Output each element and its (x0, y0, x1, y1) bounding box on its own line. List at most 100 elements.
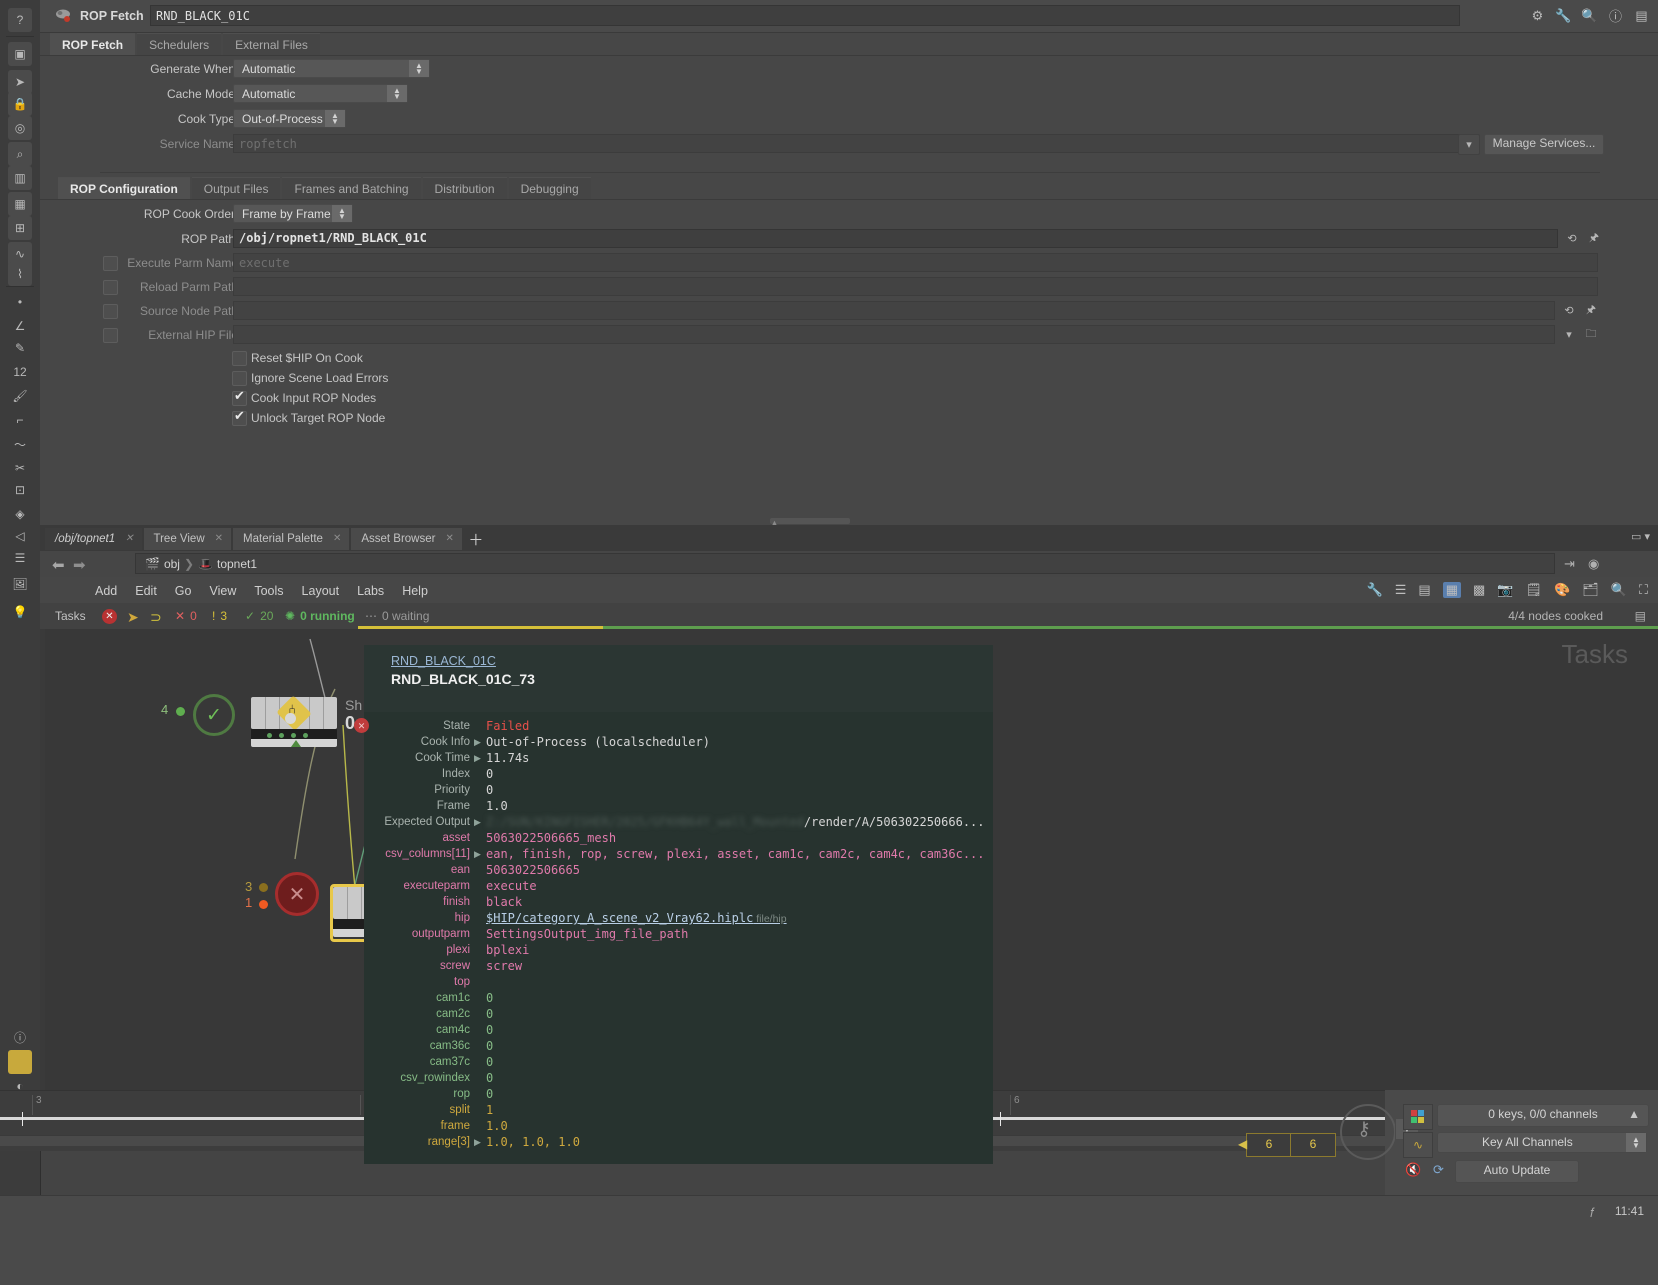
close-icon[interactable]: ✕ (333, 528, 341, 550)
network-tab-material-palette[interactable]: Material Palette ✕ (233, 528, 350, 550)
bulb-icon[interactable]: 💡 (8, 600, 32, 624)
menu-help[interactable]: Help (402, 584, 428, 598)
palette-rail-icon[interactable] (8, 1050, 32, 1074)
list-icon[interactable]: ☰ (1395, 582, 1407, 598)
timeline-marker[interactable] (1000, 1112, 1001, 1126)
breadcrumb-obj[interactable]: obj (164, 557, 180, 571)
path-icon[interactable]: ⌇ (8, 262, 32, 286)
path-help-icon[interactable]: ◉ (1588, 556, 1599, 572)
cache-mode-menu[interactable]: Automatic ▲ ▼ (233, 84, 408, 103)
source-node-picker-icon[interactable]: 🖈 (1581, 301, 1601, 320)
external-hip-browse-icon[interactable]: 🗀 (1581, 325, 1601, 344)
chevron-up-icon[interactable]: ▲ (1628, 1105, 1640, 1124)
search-icon[interactable]: 🔍 (1581, 7, 1598, 24)
menu-add[interactable]: Add (95, 584, 117, 598)
wave-icon[interactable]: 〜 (8, 432, 32, 456)
source-node-checkbox[interactable] (103, 304, 118, 319)
service-name-input[interactable]: ropfetch (233, 134, 1473, 153)
menu-tools[interactable]: Tools (254, 584, 283, 598)
add-tab-icon[interactable]: ＋ (464, 528, 488, 550)
info-rail-icon[interactable]: ⓘ (8, 1025, 32, 1049)
camera-icon[interactable]: 📷 (1497, 582, 1513, 598)
keys-channels-status[interactable]: 0 keys, 0/0 channels ▲ (1437, 1104, 1649, 1127)
menu-go[interactable]: Go (175, 584, 192, 598)
menu-edit[interactable]: Edit (135, 584, 157, 598)
frame-start-field[interactable]: 6 (1246, 1133, 1292, 1157)
path-jump-icon[interactable]: ⇥ (1564, 556, 1575, 572)
mute-audio-icon[interactable]: 🔇 (1405, 1162, 1421, 1178)
breadcrumb-topnet1[interactable]: topnet1 (217, 557, 257, 571)
node-input-connector[interactable] (285, 713, 296, 724)
tab-output-files[interactable]: Output Files (191, 177, 281, 200)
expand-triangle-icon[interactable]: ▶ (474, 846, 481, 862)
note-icon[interactable]: 🗒 (1525, 582, 1542, 598)
select-tool-icon[interactable]: ▣ (8, 42, 32, 66)
measure-icon[interactable]: ⊞ (8, 216, 32, 240)
cook-input-rop-nodes-checkbox[interactable] (232, 388, 247, 406)
tooltip-node-link[interactable]: RND_BLACK_01C (391, 654, 496, 668)
reload-parm-checkbox[interactable] (103, 280, 118, 295)
grid-view-icon[interactable]: ▦ (1442, 582, 1461, 598)
cut-icon[interactable]: ✂ (8, 456, 32, 480)
menu-view[interactable]: View (209, 584, 236, 598)
external-hip-input[interactable] (233, 325, 1555, 344)
number-icon[interactable]: 12 (8, 360, 32, 384)
execute-parm-checkbox[interactable] (103, 256, 118, 271)
tri-icon[interactable]: ◁ (8, 524, 32, 548)
grid-tool-icon[interactable]: ▦ (8, 192, 32, 216)
corner-icon[interactable]: ⌐ (8, 408, 32, 432)
close-icon[interactable]: ✕ (125, 528, 133, 550)
list-icon[interactable]: ☰ (8, 546, 32, 570)
frame-icon[interactable]: ⊡ (8, 478, 32, 502)
expand-triangle-icon[interactable]: ▶ (474, 750, 481, 766)
manage-services-button[interactable]: Manage Services... (1484, 134, 1604, 155)
tab-rop-fetch[interactable]: ROP Fetch (50, 33, 136, 56)
service-dropdown-icon[interactable]: ▾ (1458, 134, 1480, 155)
execute-parm-input[interactable]: execute (233, 253, 1598, 272)
expand-triangle-icon[interactable]: ▶ (474, 734, 481, 750)
dirty-tasks-icon[interactable]: ⊃ (150, 609, 162, 626)
external-hip-checkbox[interactable] (103, 328, 118, 343)
frame-range-left-arrow[interactable]: ◀ (1238, 1137, 1247, 1151)
tooltip-row-value[interactable]: $HIP/category_A_scene_v2_Vray62.hiplc fi… (486, 910, 787, 927)
keyframe-color-icon[interactable] (1403, 1104, 1433, 1130)
forward-arrow-icon[interactable]: ➡ (73, 556, 86, 574)
tab-rop-configuration[interactable]: ROP Configuration (58, 177, 190, 200)
brush-icon[interactable]: 🖌 (8, 384, 32, 408)
rop-path-reload-icon[interactable]: ⟲ (1562, 229, 1582, 248)
source-node-input[interactable] (233, 301, 1555, 320)
tab-schedulers[interactable]: Schedulers (137, 33, 222, 56)
tab-frames-and-batching[interactable]: Frames and Batching (282, 177, 421, 200)
menu-icon[interactable]: ▤ (1633, 7, 1650, 24)
menu-layout[interactable]: Layout (302, 584, 340, 598)
frame-end-field[interactable]: 6 (1290, 1133, 1336, 1157)
external-hip-dropdown-icon[interactable]: ▾ (1559, 325, 1579, 344)
reload-parm-input[interactable] (233, 277, 1598, 296)
expand-icon[interactable]: ⛶ (1639, 582, 1648, 598)
rop-path-input[interactable]: /obj/ropnet1/RND_BLACK_01C (233, 229, 1558, 248)
network-tab-tree-view[interactable]: Tree View ✕ (143, 528, 232, 550)
source-node-reload-icon[interactable]: ⟲ (1559, 301, 1579, 320)
ignore-scene-load-errors-checkbox[interactable] (232, 371, 247, 386)
key-wheel-icon[interactable]: ⚷ (1340, 1104, 1396, 1160)
close-icon[interactable]: ✕ (215, 528, 223, 550)
edge-icon[interactable]: ∠ (8, 314, 32, 338)
gear-icon[interactable]: ⚙ (1529, 7, 1546, 24)
node-name-field[interactable]: RND_BLACK_01C (150, 5, 1460, 26)
network-path-field[interactable] (135, 553, 1555, 574)
refresh-icon[interactable]: ⟳ (1433, 1162, 1444, 1178)
lock-icon[interactable]: 🔒 (8, 92, 32, 116)
cook-tasks-icon[interactable]: ➤ (127, 609, 139, 626)
network-tab-asset-browser[interactable]: Asset Browser ✕ (351, 528, 462, 550)
rop-cook-order-menu[interactable]: Frame by Frame ▲ ▼ (233, 204, 353, 223)
pane-maximize-icon[interactable]: ▭ ▾ (1631, 530, 1650, 543)
point-icon[interactable]: • (8, 290, 32, 314)
box-tool-icon[interactable]: ▥ (8, 166, 32, 190)
wrench-icon[interactable]: 🔧 (1555, 7, 1572, 24)
tab-external-files[interactable]: External Files (223, 33, 320, 56)
close-icon[interactable]: ✕ (445, 528, 453, 550)
folder-icon[interactable]: 🗂 (1582, 582, 1599, 598)
channel-graph-icon[interactable]: ∿ (1403, 1132, 1433, 1158)
expand-triangle-icon[interactable]: ▶ (474, 814, 481, 830)
orbit-icon[interactable]: ◎ (8, 116, 32, 140)
